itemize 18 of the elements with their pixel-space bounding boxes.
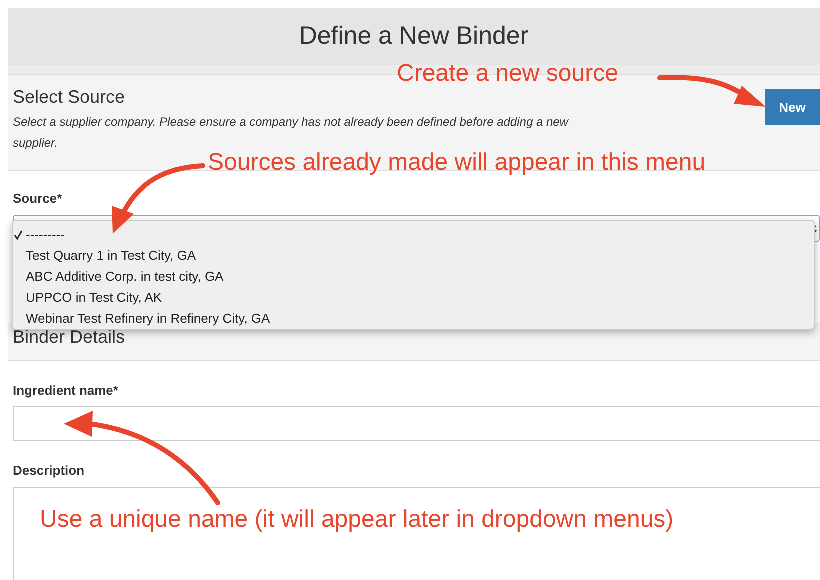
annotation-text: Sources already made will appear in this menu [208,149,706,177]
page-title: Define a New Binder [299,22,529,51]
section-title: Binder Details [13,327,126,347]
menu-item[interactable]: Test Quarry 1 in Test City, GA [13,245,196,266]
description-field[interactable] [13,487,820,580]
menu-item[interactable]: ABC Additive Corp. in test city, GA [13,266,224,287]
menu-item[interactable]: --------- [13,224,65,245]
field-label: Ingredient name* [13,383,120,398]
annotation-text: Create a new source [397,60,618,88]
menu-item[interactable]: Webinar Test Refinery in Refinery City, GA [13,308,270,329]
section-description: Select a supplier company. Please ensure a company has not already been defined before adding a new supplier. [13,114,570,152]
field-label: Source* [13,191,64,206]
menu-item[interactable]: UPPCO in Test City, AK [13,287,162,308]
new-button[interactable]: New [765,89,820,125]
ingredient-name-field[interactable] [13,406,820,441]
field-label: Description [13,463,86,478]
section-title: Select Source [13,87,126,108]
annotation-text: Use a unique name (it will appear later in dropdown menus) [40,506,674,534]
